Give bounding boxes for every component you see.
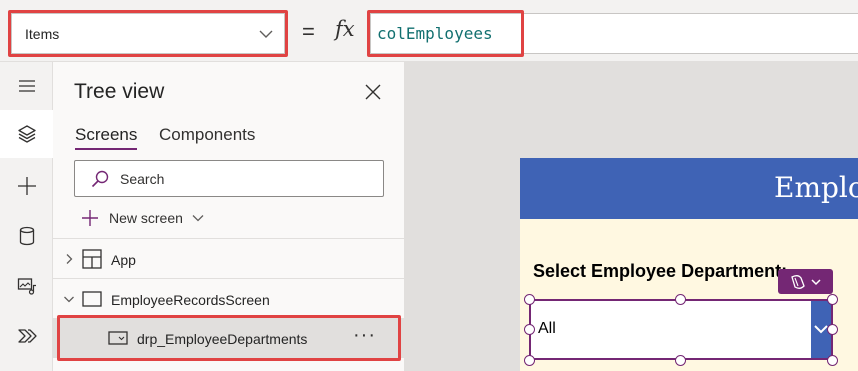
- search-icon: [91, 170, 109, 188]
- media-icon: [17, 278, 36, 295]
- media-button[interactable]: [0, 262, 53, 310]
- chevron-down-icon: [192, 215, 204, 222]
- tree-item-label: drp_EmployeeDepartments: [137, 331, 308, 347]
- resize-handle[interactable]: [827, 324, 838, 335]
- dropdown-value: All: [538, 320, 556, 337]
- app-screen-preview: Emplo Select Employee Department: All: [520, 158, 858, 371]
- tree-item-app[interactable]: App: [53, 240, 405, 278]
- more-options-icon[interactable]: ···: [353, 324, 376, 347]
- resize-handle[interactable]: [827, 294, 838, 305]
- plus-icon: [82, 210, 98, 226]
- resize-handle[interactable]: [524, 355, 535, 366]
- chevron-down-icon: [811, 278, 821, 285]
- screen-header-title: Emplo: [774, 171, 858, 204]
- equals-sign: =: [302, 19, 315, 44]
- screen-header: Emplo: [520, 158, 858, 219]
- search-input[interactable]: Search: [74, 160, 384, 197]
- active-tab-indicator: [75, 148, 137, 150]
- property-dropdown[interactable]: Items: [11, 13, 285, 54]
- tree-item-dropdown[interactable]: drp_EmployeeDepartments ···: [53, 318, 405, 358]
- insert-button[interactable]: [0, 162, 53, 210]
- new-screen-label: New screen: [109, 210, 183, 226]
- canvas-area: Emplo Select Employee Department: All: [405, 62, 858, 371]
- hamburger-menu-icon: [18, 80, 35, 92]
- database-icon: [19, 226, 34, 246]
- property-dropdown-value: Items: [25, 26, 60, 42]
- plus-icon: [17, 177, 36, 195]
- tree-item-label: App: [111, 252, 136, 268]
- screen-icon: [82, 291, 102, 307]
- tab-screens[interactable]: Screens: [75, 125, 137, 145]
- chevron-down-icon[interactable]: [63, 293, 75, 305]
- dropdown-icon: [108, 331, 128, 345]
- layers-icon: [17, 125, 36, 143]
- search-placeholder: Search: [120, 171, 165, 187]
- close-icon[interactable]: [361, 80, 385, 104]
- resize-handle[interactable]: [675, 355, 686, 366]
- divider: [53, 238, 405, 239]
- chevron-right-icon[interactable]: [63, 253, 75, 265]
- resize-handle[interactable]: [675, 294, 686, 305]
- tree-view-panel: Tree view Screens Components Search New …: [53, 62, 405, 371]
- tree-item-screen[interactable]: EmployeeRecordsScreen: [53, 280, 405, 318]
- formula-input[interactable]: colEmployees: [370, 13, 858, 54]
- power-automate-button[interactable]: [0, 312, 53, 360]
- data-button[interactable]: [0, 212, 53, 260]
- fx-icon[interactable]: fx: [335, 17, 355, 41]
- power-automate-icon: [17, 329, 37, 343]
- department-label: Select Employee Department:: [533, 261, 788, 281]
- tree-view-title: Tree view: [74, 80, 165, 103]
- tab-components[interactable]: Components: [159, 125, 255, 145]
- resize-handle[interactable]: [524, 324, 535, 335]
- chevron-down-icon: [259, 30, 273, 38]
- formula-text: colEmployees: [377, 24, 493, 43]
- app-icon: [82, 249, 102, 269]
- copilot-icon: [791, 274, 805, 289]
- new-screen-button[interactable]: New screen: [81, 207, 205, 229]
- copilot-button[interactable]: [778, 269, 833, 294]
- divider: [53, 278, 405, 279]
- tree-item-label: EmployeeRecordsScreen: [111, 292, 270, 308]
- left-rail: [0, 62, 53, 371]
- resize-handle[interactable]: [524, 294, 535, 305]
- department-dropdown[interactable]: All: [529, 299, 833, 360]
- tree-view-button[interactable]: [0, 110, 53, 158]
- resize-handle[interactable]: [827, 355, 838, 366]
- formula-bar: Items = fx colEmployees: [0, 0, 858, 62]
- menu-button[interactable]: [0, 62, 53, 110]
